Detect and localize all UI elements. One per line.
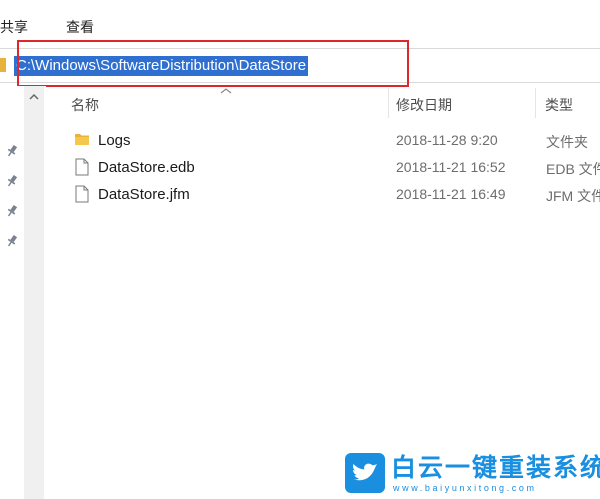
address-path-input[interactable]: C:\Windows\SoftwareDistribution\DataStor… [14,56,309,76]
column-divider[interactable] [535,88,536,118]
column-header-date-modified[interactable]: 修改日期 [396,95,452,115]
watermark-url: www.baiyunxitong.com [393,483,537,493]
menu-bar: 共享 查看 [0,0,600,40]
address-bar[interactable]: C:\Windows\SoftwareDistribution\DataStor… [0,48,600,83]
file-name: Logs [98,132,131,149]
column-header-type[interactable]: 类型 [545,95,573,115]
file-row[interactable]: DataStore.edb 2018-11-21 16:52 EDB 文件 [60,155,600,181]
file-icon [74,158,90,181]
watermark-title: 白云一键重装系统 [391,454,600,482]
watermark: 白云一键重装系统 www.baiyunxitong.com [345,453,600,495]
folder-icon [74,131,90,152]
column-header-name[interactable]: 名称 [71,95,99,115]
scroll-up-icon[interactable] [24,88,44,106]
file-name: DataStore.jfm [98,186,190,203]
menu-share[interactable]: 共享 [0,17,28,37]
file-date: 2018-11-28 9:20 [396,132,498,148]
pin-icon[interactable] [5,204,19,218]
pin-icon[interactable] [5,174,19,188]
pin-icon[interactable] [5,144,19,158]
file-date: 2018-11-21 16:52 [396,159,506,175]
file-type: JFM 文件 [546,188,600,204]
file-icon [74,185,90,208]
menu-view[interactable]: 查看 [66,17,94,37]
file-row[interactable]: Logs 2018-11-28 9:20 文件夹 [60,128,600,154]
pin-icon[interactable] [5,234,19,248]
sort-ascending-icon [220,82,232,94]
file-row[interactable]: DataStore.jfm 2018-11-21 16:49 JFM 文件 [60,182,600,208]
column-divider[interactable] [388,88,389,118]
file-type: 文件夹 [546,134,588,150]
nav-scrollbar[interactable] [24,86,44,499]
file-name: DataStore.edb [98,159,195,176]
folder-icon [0,58,6,72]
file-type: EDB 文件 [546,161,600,177]
bird-logo-icon [345,453,385,493]
file-date: 2018-11-21 16:49 [396,186,506,202]
